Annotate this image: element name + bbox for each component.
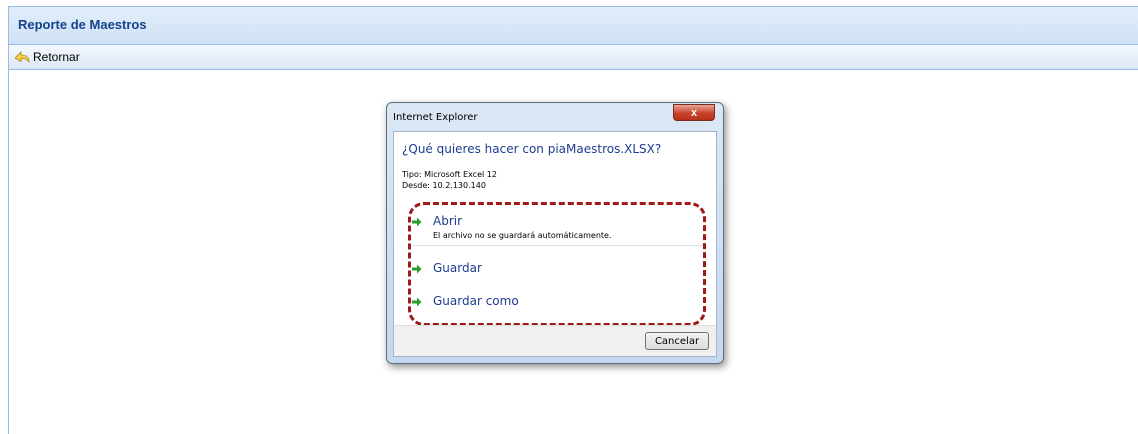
retornar-label: Retornar	[33, 50, 80, 64]
cancel-button[interactable]: Cancelar	[645, 332, 709, 350]
file-source: Desde: 10.2.130.140	[402, 181, 486, 190]
close-button[interactable]: x	[673, 104, 715, 121]
file-type: Tipo: Microsoft Excel 12	[402, 170, 497, 179]
download-dialog: Internet Explorer x ¿Qué quieres hacer c…	[386, 102, 724, 364]
dialog-question: ¿Qué quieres hacer con piaMaestros.XLSX?	[402, 142, 662, 156]
dialog-body: ¿Qué quieres hacer con piaMaestros.XLSX?…	[393, 131, 717, 357]
panel-header: Reporte de Maestros	[9, 7, 1138, 45]
dialog-footer: Cancelar	[394, 325, 716, 356]
panel-title: Reporte de Maestros	[18, 17, 147, 32]
close-icon: x	[690, 106, 698, 119]
return-arrow-icon	[14, 51, 30, 64]
toolbar: Retornar	[9, 45, 1138, 70]
dialog-title: Internet Explorer	[393, 112, 478, 123]
dashed-highlight-annotation	[408, 202, 706, 326]
retornar-button[interactable]: Retornar	[13, 48, 80, 66]
